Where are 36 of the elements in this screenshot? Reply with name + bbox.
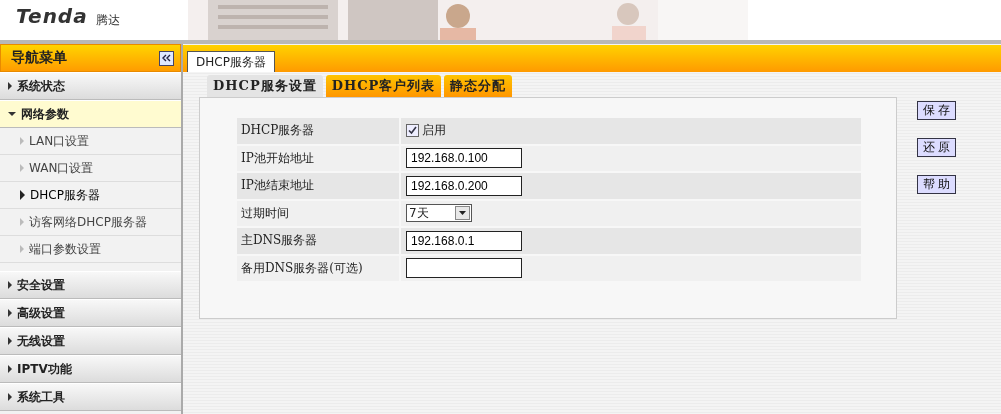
menu-item[interactable]: 高级设置: [0, 299, 181, 327]
tab[interactable]: 静态分配: [444, 75, 513, 97]
input-field[interactable]: 192.168.0.100: [406, 148, 522, 169]
collapse-icon[interactable]: [159, 50, 174, 66]
logo: Tenda: [16, 6, 88, 26]
field-label: 主DNS服务器: [237, 228, 399, 254]
action-button[interactable]: 保存: [917, 101, 956, 120]
tab[interactable]: DHCP客户列表: [325, 75, 442, 97]
menu-item[interactable]: 系统状态: [0, 72, 181, 100]
submenu-item[interactable]: 端口参数设置: [0, 236, 181, 263]
dropdown[interactable]: 7天: [406, 204, 472, 223]
action-button[interactable]: 帮助: [917, 175, 956, 194]
field-label: IP池开始地址: [237, 145, 399, 171]
checkbox[interactable]: [406, 124, 419, 138]
field-label: 过期时间: [237, 200, 399, 226]
field-label: 备用DNS服务器(可选): [237, 255, 399, 281]
menu-item[interactable]: 网络参数: [0, 100, 181, 128]
field-label: DHCP服务器: [237, 118, 399, 144]
tab[interactable]: DHCP服务设置: [207, 75, 323, 97]
checkbox-label: 启用: [422, 122, 446, 140]
field-label: IP池结束地址: [237, 173, 399, 199]
logo-subtitle: 腾达: [95, 14, 120, 26]
submenu-item[interactable]: DHCP服务器: [0, 182, 181, 209]
menu-item[interactable]: 安全设置: [0, 271, 181, 299]
menu-item[interactable]: 系统工具: [0, 383, 181, 411]
input-field[interactable]: 192.168.0.200: [406, 175, 522, 196]
submenu-item[interactable]: LAN口设置: [0, 128, 181, 155]
input-field[interactable]: 192.168.0.1: [406, 230, 522, 251]
sidebar-title: 导航菜单: [11, 49, 67, 67]
menu-item[interactable]: 无线设置: [0, 327, 181, 355]
page-tab[interactable]: DHCP服务器: [187, 51, 275, 72]
submenu-item[interactable]: WAN口设置: [0, 155, 181, 182]
input-field[interactable]: [406, 258, 522, 279]
menu-item[interactable]: IPTV功能: [0, 355, 181, 383]
action-button[interactable]: 还原: [917, 138, 956, 157]
submenu-item[interactable]: 访客网络DHCP服务器: [0, 209, 181, 236]
